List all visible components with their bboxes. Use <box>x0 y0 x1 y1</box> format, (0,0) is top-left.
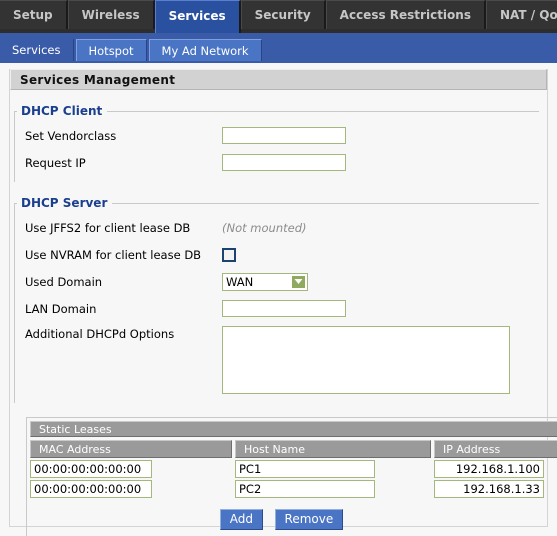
dhcp-server-section: DHCP Server Use JFFS2 for client lease D… <box>14 196 539 403</box>
dhcp-server-legend: DHCP Server <box>21 196 108 210</box>
lan-domain-label: LAN Domain <box>25 301 97 316</box>
request-ip-field-wrap <box>222 154 539 171</box>
cell-ip <box>434 480 557 498</box>
column-header-mac-address: MAC Address <box>30 440 232 458</box>
add-button[interactable]: Add <box>219 509 264 530</box>
request-ip-input[interactable] <box>222 154 346 171</box>
static-leases-table: MAC Address Host Name IP Address <box>27 438 557 500</box>
content-area: Services Management DHCP Client Set Vend… <box>0 63 557 536</box>
additional-dhcpd-options-textarea[interactable] <box>222 326 510 394</box>
sub-tab-services[interactable]: Services <box>0 39 74 61</box>
cell-mac <box>30 460 232 478</box>
main-tab-nat-qos[interactable]: NAT / QoS <box>485 0 557 29</box>
row-additional-dhcpd-options: Additional DHCPd Options <box>15 326 539 397</box>
set-vendorclass-field-wrap <box>222 127 539 144</box>
table-header-row: MAC Address Host Name IP Address <box>30 440 557 458</box>
cell-ip <box>434 460 557 478</box>
used-domain-selected-value: WAN <box>226 274 254 289</box>
table-row <box>30 480 557 498</box>
main-tab-setup[interactable]: Setup <box>0 0 68 29</box>
main-tab-wireless[interactable]: Wireless <box>67 0 155 29</box>
ip-address-input[interactable] <box>434 480 544 498</box>
lan-domain-field-wrap <box>222 300 539 317</box>
cell-mac <box>30 480 232 498</box>
table-row <box>30 460 557 478</box>
content-panel: Services Management DHCP Client Set Vend… <box>9 69 557 536</box>
page-title: Services Management <box>10 69 547 90</box>
remove-button[interactable]: Remove <box>274 509 344 530</box>
use-jffs2-label: Use JFFS2 for client lease DB <box>25 220 191 235</box>
request-ip-label: Request IP <box>25 155 86 170</box>
main-tab-services[interactable]: Services <box>154 0 241 33</box>
sub-tab-my-ad-network[interactable]: My Ad Network <box>148 39 262 61</box>
static-leases-section: Static Leases MAC Address Host Name IP A… <box>26 417 557 536</box>
jffs2-status-text: (Not mounted) <box>222 220 307 235</box>
row-use-nvram: Use NVRAM for client lease DB <box>15 241 539 268</box>
main-tab-security[interactable]: Security <box>240 0 326 29</box>
static-leases-title: Static Leases <box>30 421 557 437</box>
row-used-domain: Used Domain WAN <box>15 268 539 295</box>
set-vendorclass-label: Set Vendorclass <box>25 128 117 143</box>
use-nvram-label: Use NVRAM for client lease DB <box>25 247 202 262</box>
additional-dhcpd-options-label: Additional DHCPd Options <box>25 327 175 341</box>
mac-address-input[interactable] <box>30 480 152 498</box>
use-nvram-checkbox[interactable] <box>222 247 236 262</box>
main-tab-bar: Setup Wireless Services Security Access Rest… <box>0 0 557 37</box>
dhcp-client-legend: DHCP Client <box>21 104 103 118</box>
lan-domain-input[interactable] <box>222 300 346 317</box>
jffs2-status-wrap: (Not mounted) <box>222 221 539 235</box>
row-request-ip: Request IP <box>15 149 539 176</box>
chevron-down-icon[interactable] <box>291 274 306 289</box>
row-lan-domain: LAN Domain <box>15 295 539 322</box>
ip-address-input[interactable] <box>434 460 544 478</box>
host-name-input[interactable] <box>235 460 375 478</box>
cell-host <box>235 480 431 498</box>
dhcp-client-section: DHCP Client Set Vendorclass Request IP <box>14 104 539 182</box>
column-header-host-name: Host Name <box>235 440 431 458</box>
sub-tab-bar: Services Hotspot My Ad Network <box>0 37 557 63</box>
row-use-jffs2: Use JFFS2 for client lease DB (Not mount… <box>15 214 539 241</box>
main-tab-access-restrictions[interactable]: Access Restrictions <box>325 0 486 29</box>
static-leases-button-row: Add Remove <box>30 509 557 530</box>
nvram-checkbox-wrap <box>222 247 539 262</box>
host-name-input[interactable] <box>235 480 375 498</box>
row-set-vendorclass: Set Vendorclass <box>15 122 539 149</box>
used-domain-field-wrap: WAN <box>222 272 539 291</box>
used-domain-label: Used Domain <box>25 274 103 289</box>
mac-address-input[interactable] <box>30 460 152 478</box>
cell-host <box>235 460 431 478</box>
additional-dhcpd-options-wrap <box>222 326 510 397</box>
column-header-ip-address: IP Address <box>434 440 557 458</box>
used-domain-select[interactable]: WAN <box>222 272 308 291</box>
sub-tab-hotspot[interactable]: Hotspot <box>75 39 147 61</box>
set-vendorclass-input[interactable] <box>222 127 346 144</box>
